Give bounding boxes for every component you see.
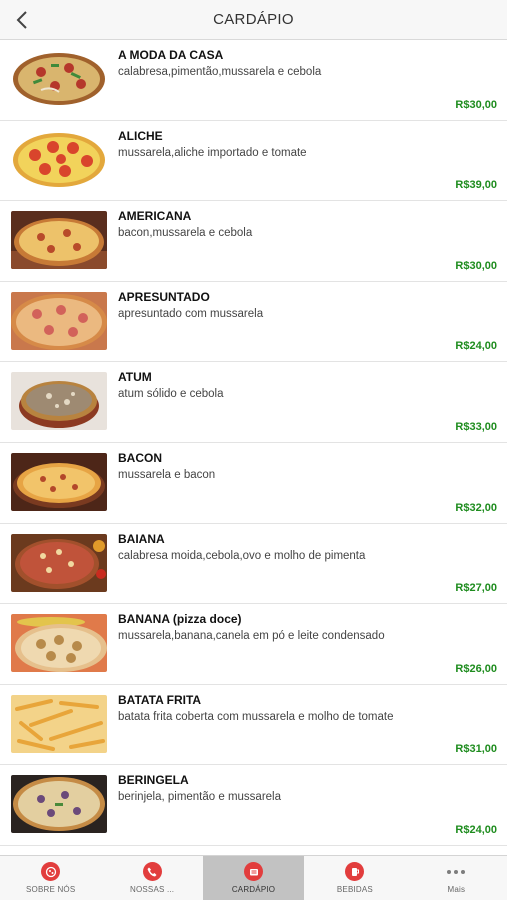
item-description: calabresa,pimentão,mussarela e cebola bbox=[118, 66, 322, 78]
pizza-photo bbox=[11, 694, 107, 753]
tab-mais[interactable]: Mais bbox=[406, 856, 507, 900]
item-price: R$32,00 bbox=[455, 501, 497, 514]
tab-label: Mais bbox=[447, 885, 466, 894]
item-name: ALICHE bbox=[118, 128, 163, 143]
item-description: apresuntado com mussarela bbox=[118, 307, 264, 320]
pizza-photo bbox=[11, 50, 107, 108]
menu-item[interactable]: APRESUNTADO apresuntado com mussarela R$… bbox=[0, 281, 507, 363]
item-price: R$27,00 bbox=[455, 582, 497, 595]
item-description: mussarela e bacon bbox=[118, 468, 216, 481]
item-description: mussarela,aliche importado e tomate bbox=[118, 146, 307, 159]
item-name: BACON bbox=[118, 450, 162, 465]
menu-item[interactable]: ALICHE mussarela,aliche importado e toma… bbox=[0, 120, 507, 202]
item-price: R$33,00 bbox=[455, 420, 497, 433]
item-price: R$30,00 bbox=[455, 259, 497, 272]
item-name: A MODA DA CASA bbox=[118, 48, 224, 62]
menu-item[interactable]: BATATA FRITA batata frita coberta com mu… bbox=[0, 684, 507, 766]
item-description: calabresa moida,cebola,ovo e molho de pi… bbox=[118, 549, 366, 562]
menu-item[interactable]: AMERICANA bacon,mussarela e cebola R$30,… bbox=[0, 201, 507, 282]
more-icon bbox=[447, 862, 466, 881]
item-price: R$31,00 bbox=[455, 743, 497, 756]
chevron-left-icon bbox=[16, 11, 27, 29]
tab-sobre-nos[interactable]: SOBRE NÓS bbox=[0, 856, 101, 900]
item-price: R$30,00 bbox=[455, 98, 497, 111]
item-description: berinjela, pimentão e mussarela bbox=[118, 791, 282, 804]
pizza-photo bbox=[11, 533, 107, 592]
item-price: R$26,00 bbox=[455, 662, 497, 675]
pizza-photo bbox=[11, 452, 107, 511]
pizza-photo bbox=[11, 372, 107, 431]
item-description: atum sólido e cebola bbox=[118, 388, 224, 401]
item-name: BAIANA bbox=[118, 531, 165, 546]
menu-icon bbox=[244, 862, 264, 881]
back-button[interactable] bbox=[10, 8, 34, 32]
pizza-photo bbox=[11, 614, 107, 673]
item-name: BATATA FRITA bbox=[118, 692, 202, 707]
pizza-photo bbox=[11, 211, 107, 270]
item-price: R$24,00 bbox=[455, 823, 497, 836]
menu-item[interactable]: BACON mussarela e bacon R$32,00 bbox=[0, 442, 507, 524]
item-name: APRESUNTADO bbox=[118, 289, 210, 304]
tab-bar: SOBRE NÓS NOSSAS ... CARDÁPIO BEBIDAS Ma… bbox=[0, 855, 507, 900]
tab-label: SOBRE NÓS bbox=[26, 885, 76, 894]
menu-item[interactable]: ATUM atum sólido e cebola R$33,00 bbox=[0, 362, 507, 443]
menu-item[interactable]: BERINGELA berinjela, pimentão e mussarel… bbox=[0, 765, 507, 846]
item-name: BANANA (pizza doce) bbox=[118, 612, 242, 627]
menu-item[interactable]: A MODA DA CASA calabresa,pimentão,mussar… bbox=[0, 40, 507, 121]
item-name: AMERICANA bbox=[118, 209, 192, 224]
menu-item[interactable] bbox=[0, 845, 507, 855]
tab-label: CARDÁPIO bbox=[231, 885, 276, 894]
item-name: ATUM bbox=[118, 370, 152, 385]
item-price: R$39,00 bbox=[455, 179, 497, 192]
tab-cardapio[interactable]: CARDÁPIO bbox=[202, 856, 305, 900]
tab-label: BEBIDAS bbox=[336, 885, 373, 894]
tab-bebidas[interactable]: BEBIDAS bbox=[304, 856, 405, 900]
item-description: mussarela,banana,canela em pó e leite co… bbox=[118, 630, 385, 643]
item-description: batata frita coberta com mussarela e mol… bbox=[118, 710, 394, 723]
phone-icon bbox=[142, 862, 162, 881]
menu-item[interactable]: BAIANA calabresa moida,cebola,ovo e molh… bbox=[0, 523, 507, 605]
menu-list[interactable]: A MODA DA CASA calabresa,pimentão,mussar… bbox=[0, 40, 507, 855]
item-name: BERINGELA bbox=[118, 773, 189, 788]
pizza-photo bbox=[11, 291, 107, 350]
drink-icon bbox=[345, 862, 365, 881]
tab-label: NOSSAS ... bbox=[129, 885, 175, 894]
pizza-photo bbox=[11, 130, 107, 189]
item-description: bacon,mussarela e cebola bbox=[118, 227, 253, 240]
item-price: R$24,00 bbox=[455, 340, 497, 353]
pizza-photo bbox=[11, 775, 107, 834]
menu-item[interactable]: BANANA (pizza doce) mussarela,banana,can… bbox=[0, 604, 507, 685]
tab-nossas[interactable]: NOSSAS ... bbox=[101, 856, 202, 900]
pizza-icon bbox=[41, 862, 61, 881]
top-bar: CARDÁPIO bbox=[0, 0, 507, 40]
page-title: CARDÁPIO bbox=[213, 11, 294, 28]
